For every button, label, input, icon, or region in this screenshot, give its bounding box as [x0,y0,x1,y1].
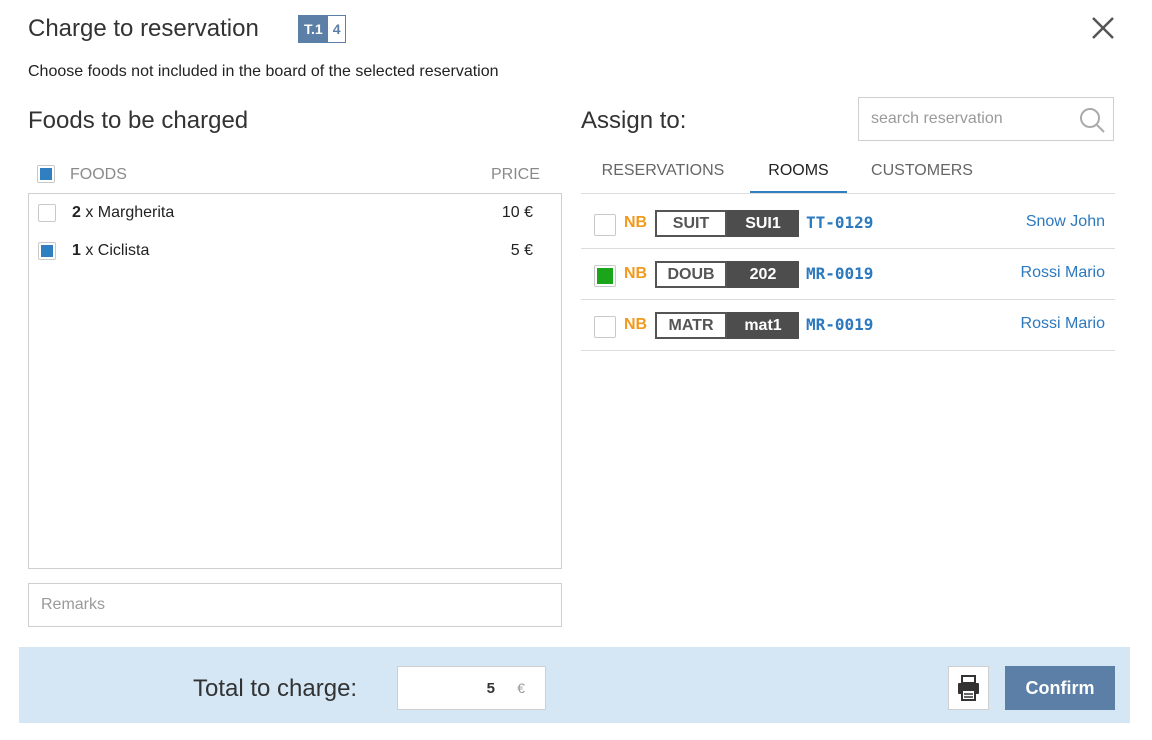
tab-rooms[interactable]: ROOMS [750,150,847,193]
board-badge: NB [624,214,648,231]
table-badge-number: 4 [327,16,346,42]
food-item-price: 5 € [510,242,533,259]
table-badge: T.1 4 [298,15,347,43]
room-code-badge: 202 [727,261,799,288]
room-code-badge: SUI1 [727,210,799,237]
currency-symbol: € [517,680,525,696]
close-button[interactable] [1088,13,1118,43]
food-list: 2 x Margherita 10 € 1 x Ciclista 5 € [28,193,562,569]
room-code-badge: mat1 [727,312,799,339]
food-item-qty: 1 [72,242,81,259]
tab-reservations[interactable]: RESERVATIONS [581,150,745,193]
board-badge: NB [624,316,648,333]
close-icon [1092,17,1114,39]
guest-name-link[interactable]: Snow John [1026,213,1105,231]
dialog-subtitle: Choose foods not included in the board o… [28,63,499,80]
print-button[interactable] [948,666,989,710]
reservation-row[interactable]: NB DOUB 202 MR-0019 Rossi Mario [581,249,1115,300]
search-box [858,97,1114,141]
food-item-label: x Margherita [80,204,175,221]
search-reservation-input[interactable] [859,98,1093,140]
printer-icon [958,675,979,701]
food-item-checkbox[interactable] [38,242,56,260]
dialog-title: Charge to reservation [28,15,259,42]
footer-bar: Total to charge: 5 € Confirm [19,647,1130,723]
remarks-input[interactable] [28,583,562,627]
total-value: 5 [486,680,495,697]
food-item-price: 10 € [501,204,533,221]
total-field[interactable]: 5 € [397,666,546,710]
search-icon[interactable] [1077,105,1107,135]
room-type-badge: DOUB [655,261,727,288]
guest-name-link[interactable]: Rossi Mario [1021,264,1105,282]
reservation-id-link[interactable]: MR-0019 [806,315,873,334]
reservation-id-link[interactable]: TT-0129 [806,213,873,232]
food-item-label: x Ciclista [80,242,150,259]
tab-customers[interactable]: CUSTOMERS [853,150,991,193]
confirm-button[interactable]: Confirm [1005,666,1115,710]
food-item[interactable]: 2 x Margherita 10 € [29,194,561,232]
food-item-name: 1 x Ciclista [72,242,149,260]
reservation-row[interactable]: NB MATR mat1 MR-0019 Rossi Mario [581,300,1115,351]
room-type-badge: SUIT [655,210,727,237]
select-all-foods-checkbox[interactable] [37,165,55,183]
food-item-qty: 2 [72,204,81,221]
reservation-id-link[interactable]: MR-0019 [806,264,873,283]
food-item-name: 2 x Margherita [72,204,174,222]
food-item-checkbox[interactable] [38,204,56,222]
assign-heading: Assign to: [581,107,687,134]
board-badge: NB [624,265,648,282]
room-type-badge: MATR [655,312,727,339]
assign-tabs: RESERVATIONS ROOMS CUSTOMERS [581,150,1115,194]
reservation-row[interactable]: NB SUIT SUI1 TT-0129 Snow John [581,198,1115,249]
reservation-checkbox[interactable] [594,265,616,287]
food-item[interactable]: 1 x Ciclista 5 € [29,232,561,270]
reservation-checkbox[interactable] [594,214,616,236]
price-column-header: PRICE [491,166,540,183]
guest-name-link[interactable]: Rossi Mario [1021,315,1105,333]
table-badge-prefix: T.1 [299,16,328,42]
foods-heading: Foods to be charged [28,107,249,134]
foods-column-header: FOODS [70,166,127,183]
total-label: Total to charge: [193,675,358,702]
reservation-checkbox[interactable] [594,316,616,338]
